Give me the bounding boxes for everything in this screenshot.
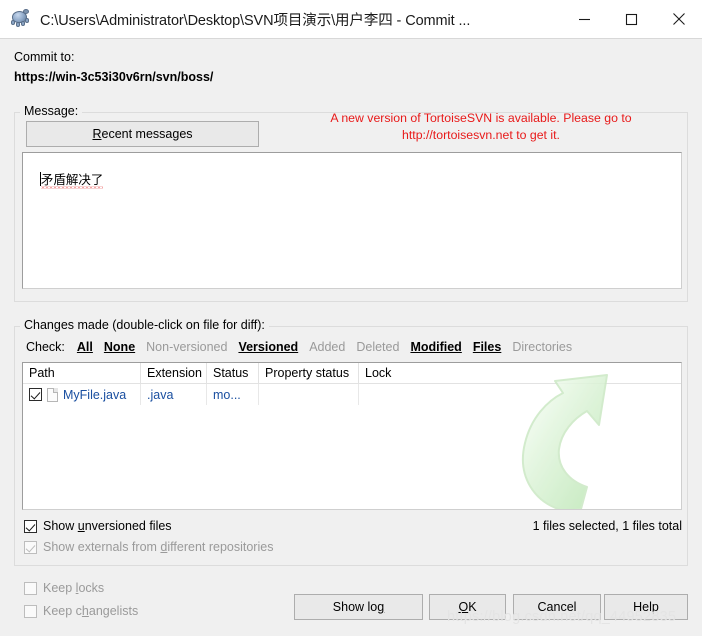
files-status-text: 1 files selected, 1 files total [532, 519, 682, 533]
window-controls [561, 0, 702, 38]
changes-group-title: Changes made (double-click on file for d… [20, 318, 269, 332]
keep-locks-checkbox: Keep locks [24, 581, 104, 595]
update-notice: A new version of TortoiseSVN is availabl… [300, 110, 662, 144]
show-log-button[interactable]: Show log [294, 594, 423, 620]
check-link-modified[interactable]: Modified [410, 340, 461, 354]
cancel-button[interactable]: Cancel [513, 594, 601, 620]
column-header-lock[interactable]: Lock [359, 363, 681, 383]
check-link-none[interactable]: None [104, 340, 135, 354]
check-label: Check: [26, 340, 65, 354]
column-header-property-status[interactable]: Property status [259, 363, 359, 383]
keep-changelists-checkbox: Keep changelists [24, 604, 138, 618]
check-link-directories: Directories [512, 340, 573, 354]
column-header-path[interactable]: Path [23, 363, 141, 383]
column-header-extension[interactable]: Extension [141, 363, 207, 383]
check-link-all[interactable]: All [77, 340, 93, 354]
commit-to-label: Commit to: [14, 50, 75, 64]
cell-path-label: MyFile.java [63, 387, 127, 402]
recent-messages-label: Recent messages [92, 127, 193, 141]
check-link-added: Added [309, 340, 346, 354]
checkbox-box [24, 604, 37, 618]
cell-extension: .java [141, 384, 207, 405]
check-link-deleted: Deleted [356, 340, 400, 354]
ok-label: OK [458, 600, 477, 614]
check-link-versioned[interactable]: Versioned [238, 340, 298, 354]
checkbox-box [24, 519, 37, 533]
message-group-title: Message: [20, 104, 83, 118]
file-list-header: Path Extension Status Property status Lo… [23, 363, 681, 384]
commit-message-text: 矛盾解决了 [40, 173, 104, 187]
check-filter-row: Check: All None Non-versioned Versioned … [26, 338, 583, 356]
show-unversioned-files-checkbox[interactable]: Show unversioned files [24, 519, 172, 533]
show-externals-checkbox: Show externals from different repositori… [24, 540, 273, 554]
cell-path[interactable]: MyFile.java [23, 384, 141, 405]
close-button[interactable] [655, 0, 702, 38]
checkbox-box [24, 581, 37, 595]
cell-lock [359, 384, 681, 405]
file-list-body: MyFile.java .java mo... [23, 384, 681, 405]
update-notice-line1: A new version of TortoiseSVN is availabl… [330, 111, 632, 125]
row-checkbox[interactable] [29, 388, 42, 401]
checkbox-box [24, 540, 37, 554]
show-log-label: Show log [332, 600, 385, 614]
cell-property-status [259, 384, 359, 405]
maximize-button[interactable] [608, 0, 655, 38]
title-bar: C:\Users\Administrator\Desktop\SVN项目演示\用… [0, 0, 702, 39]
recent-messages-button[interactable]: Recent messages [26, 121, 259, 147]
file-icon [47, 387, 58, 402]
commit-to-url: https://win-3c53i30v6rn/svn/boss/ [14, 70, 214, 84]
column-header-status[interactable]: Status [207, 363, 259, 383]
table-row[interactable]: MyFile.java .java mo... [23, 384, 681, 405]
tortoise-icon [8, 8, 34, 30]
ok-button[interactable]: OK [429, 594, 506, 620]
check-link-files[interactable]: Files [473, 340, 502, 354]
help-button[interactable]: Help [604, 594, 688, 620]
cell-status: mo... [207, 384, 259, 405]
keep-locks-label: Keep locks [43, 581, 105, 595]
window-title: C:\Users\Administrator\Desktop\SVN项目演示\用… [40, 12, 471, 29]
show-unversioned-files-label: Show unversioned files [43, 519, 172, 533]
commit-dialog-window: C:\Users\Administrator\Desktop\SVN项目演示\用… [0, 0, 702, 636]
changes-file-list[interactable]: Path Extension Status Property status Lo… [22, 362, 682, 510]
help-label: Help [633, 600, 659, 614]
cancel-label: Cancel [537, 600, 577, 614]
check-link-non-versioned: Non-versioned [146, 340, 228, 354]
minimize-button[interactable] [561, 0, 608, 38]
keep-changelists-label: Keep changelists [43, 604, 139, 618]
commit-message-input[interactable]: 矛盾解决了 [22, 152, 682, 289]
show-externals-label: Show externals from different repositori… [43, 540, 274, 554]
update-notice-line2: http://tortoisesvn.net to get it. [402, 128, 560, 142]
